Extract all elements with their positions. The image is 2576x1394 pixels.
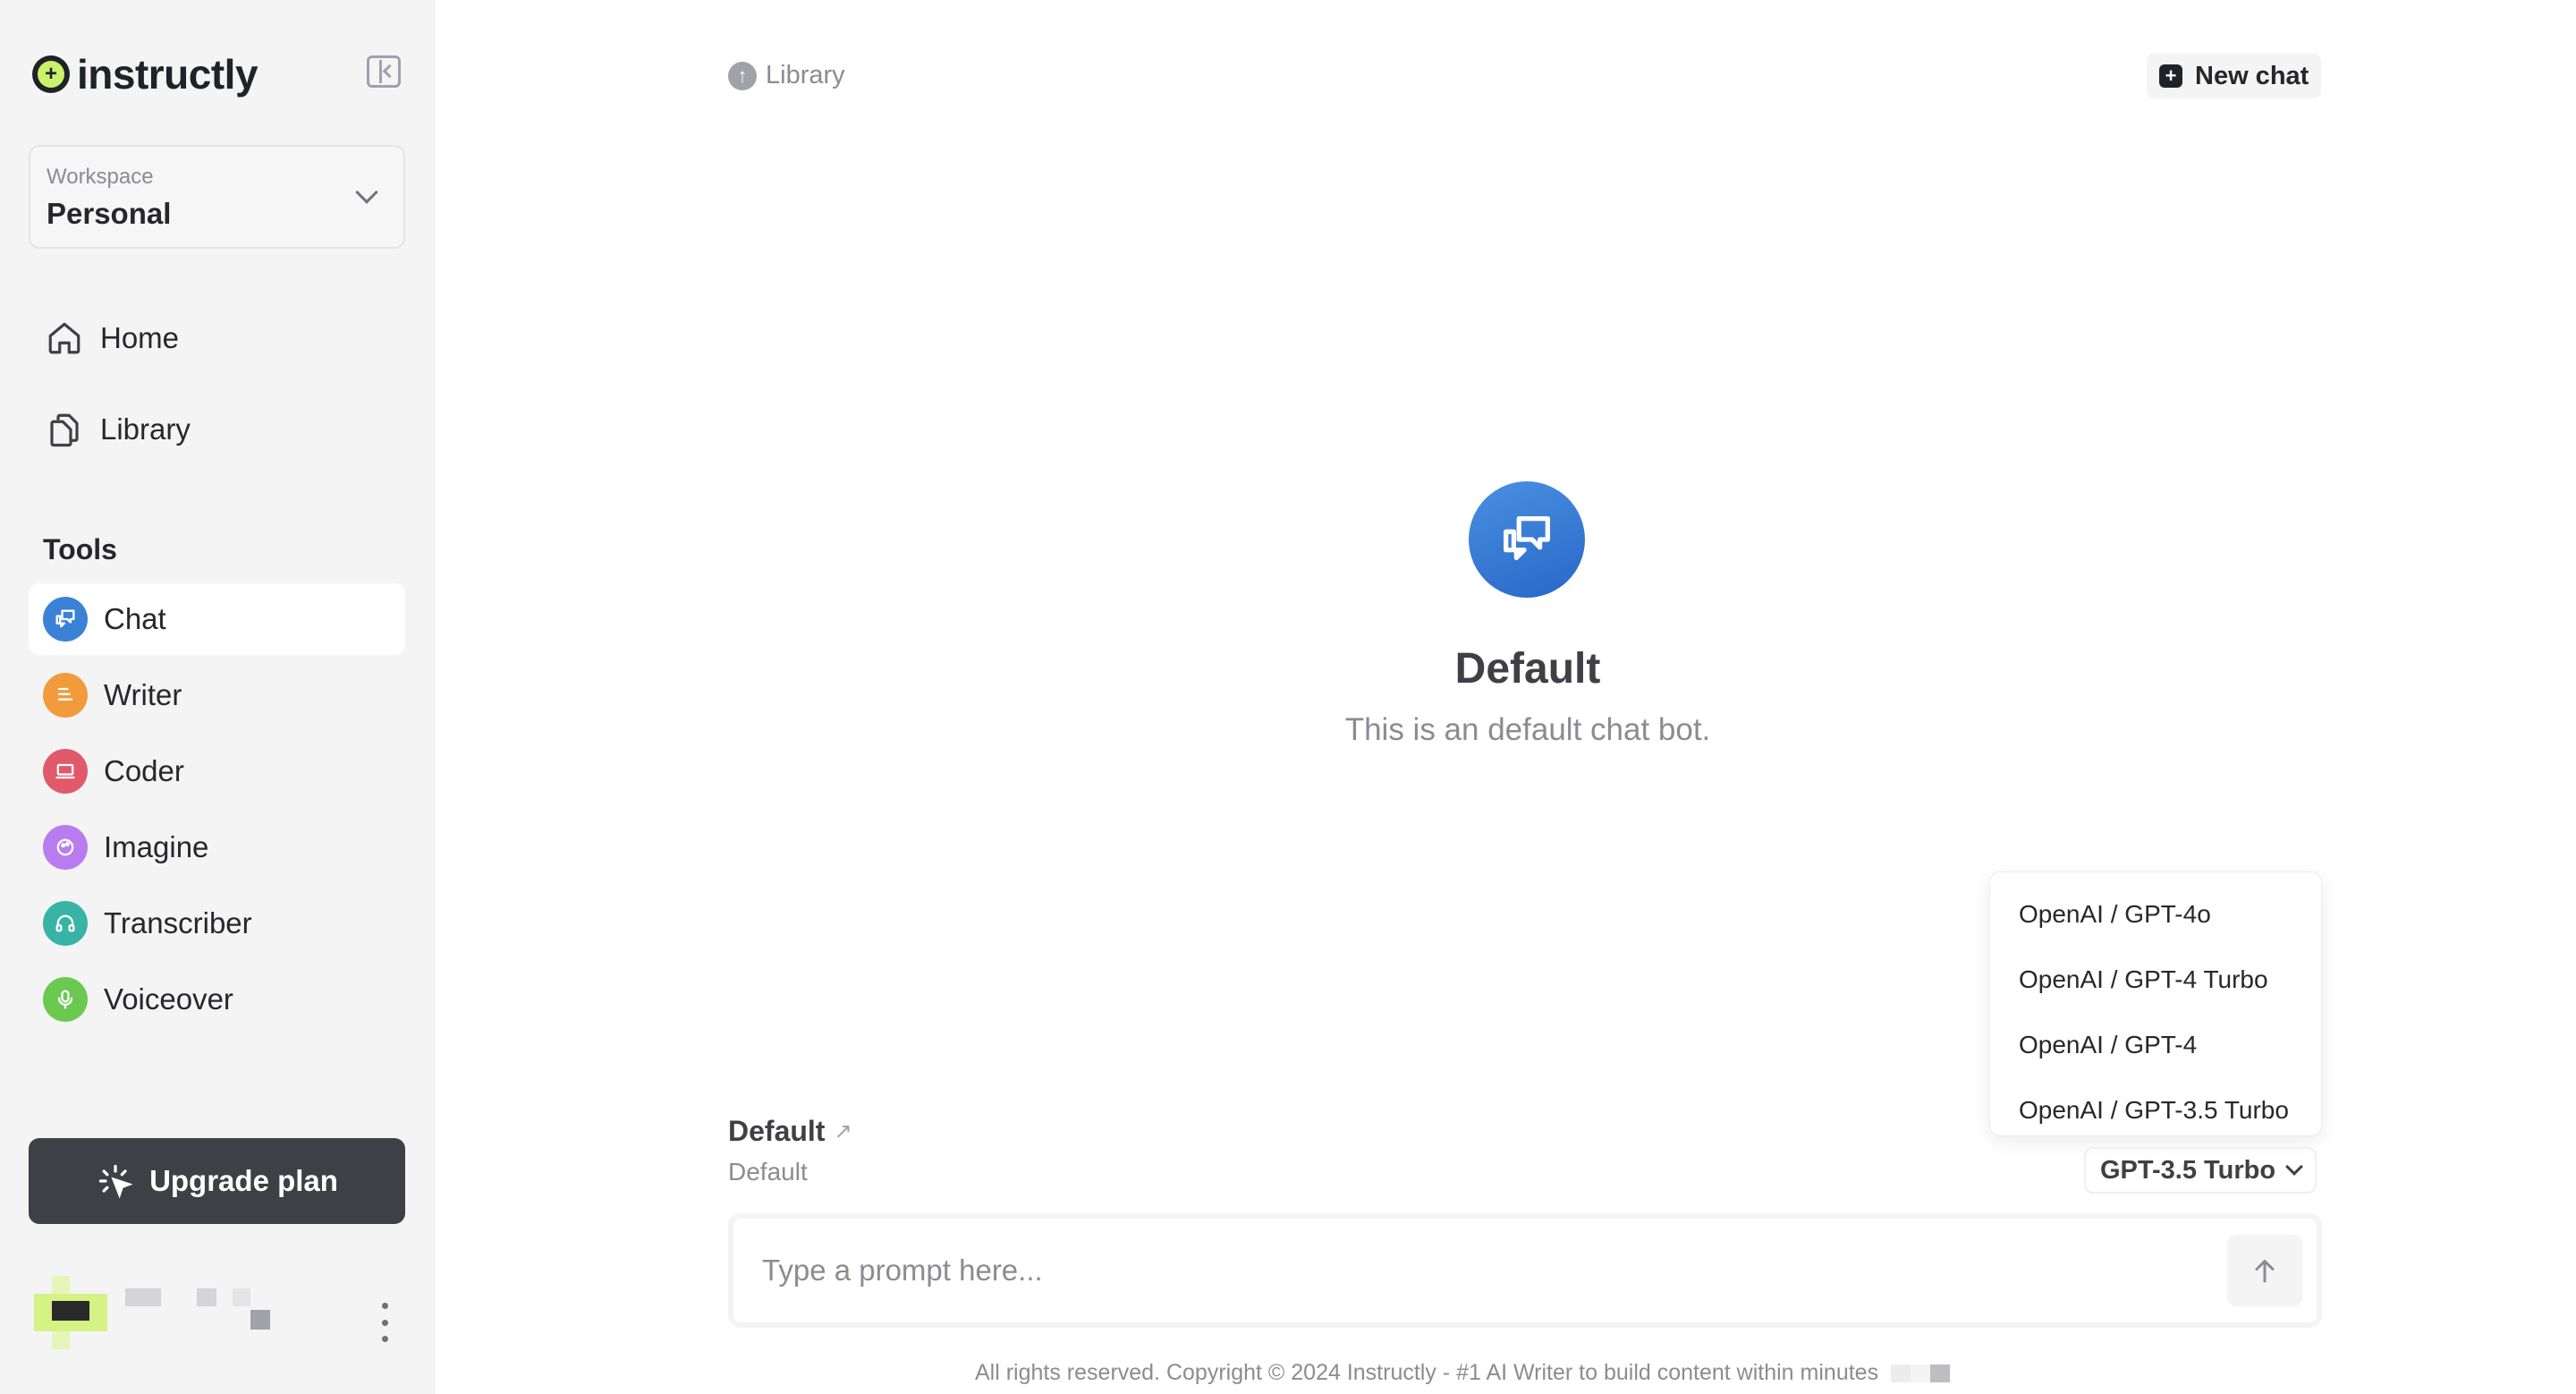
chat-title[interactable]: Default ↗ [728,1115,852,1148]
bot-name: Default [1454,645,1601,693]
nav-item-label: Library [100,412,191,446]
nav-item-library[interactable]: Library [29,394,405,465]
new-chat-label: New chat [2195,61,2309,90]
bot-avatar [1469,481,1585,598]
tool-item-chat[interactable]: Chat [29,583,405,655]
footer-badge [1891,1364,1951,1382]
coder-icon [43,749,88,794]
tool-item-coder[interactable]: Coder [29,735,405,807]
nav-item-home[interactable]: Home [29,302,405,374]
tool-item-writer[interactable]: Writer [29,659,405,731]
tool-label: Writer [104,678,182,711]
tool-label: Voiceover [104,982,233,1016]
bot-description: This is an default chat bot. [1344,712,1711,747]
tools-heading: Tools [43,533,117,565]
prompt-box [728,1213,2322,1328]
workspace-value: Personal [47,197,172,230]
chevron-down-icon [2285,1158,2303,1176]
transcriber-icon [43,901,88,946]
model-option[interactable]: OpenAI / GPT-4 Turbo [1990,947,2321,1012]
nav-item-label: Home [100,321,180,354]
avatar[interactable] [34,1276,107,1349]
sparkle-cursor-icon [98,1164,133,1199]
plus-icon: + [2159,64,2182,88]
voiceover-icon [43,977,88,1022]
arrow-up-icon [2255,1260,2275,1283]
new-chat-button[interactable]: + New chat [2147,54,2322,98]
chat-icon [43,597,88,642]
library-icon [45,410,84,449]
sidebar: + instructly Workspace Personal Home Lib… [0,0,435,1394]
prompt-input[interactable] [762,1245,2140,1296]
model-option[interactable]: OpenAI / GPT-3.5 Turbo [1990,1077,2321,1143]
tool-label: Chat [104,602,166,635]
send-button[interactable] [2227,1235,2302,1306]
upgrade-label: Upgrade plan [149,1164,338,1197]
tool-label: Transcriber [104,906,252,939]
model-dropdown-menu: OpenAI / GPT-4o OpenAI / GPT-4 Turbo Ope… [1989,871,2322,1136]
chat-icon [1504,516,1550,561]
workspace-select[interactable]: Workspace Personal [29,145,405,249]
tool-item-transcriber[interactable]: Transcriber [29,888,405,959]
writer-icon [43,673,88,718]
tool-item-voiceover[interactable]: Voiceover [29,964,405,1035]
chevron-down-icon [355,181,378,204]
breadcrumb[interactable]: ↑ Library [728,61,845,90]
edit-arrow-icon[interactable]: ↗ [834,1118,852,1144]
brand[interactable]: + instructly [32,50,258,98]
chat-subtitle: Default [728,1158,808,1186]
arrow-up-icon: ↑ [728,61,757,90]
workspace-label: Workspace [47,165,154,189]
more-options-icon[interactable] [374,1303,395,1342]
model-option[interactable]: OpenAI / GPT-4 [1990,1012,2321,1077]
user-info[interactable] [125,1288,277,1351]
model-select[interactable]: GPT-3.5 Turbo [2084,1147,2318,1194]
tool-label: Imagine [104,830,209,863]
tool-item-imagine[interactable]: Imagine [29,812,405,883]
breadcrumb-label: Library [766,61,845,89]
footer-text: All rights reserved. Copyright © 2024 In… [975,1360,1879,1385]
model-option[interactable]: OpenAI / GPT-4o [1990,881,2321,947]
footer: All rights reserved. Copyright © 2024 In… [975,1360,1951,1386]
chat-title-label: Default [728,1115,826,1147]
brand-name: instructly [77,51,258,98]
upgrade-plan-button[interactable]: Upgrade plan [29,1138,405,1224]
home-icon [45,319,84,358]
model-select-value: GPT-3.5 Turbo [2100,1155,2276,1185]
logo-icon: + [32,55,70,93]
tool-label: Coder [104,754,184,787]
collapse-sidebar-icon[interactable] [367,55,401,88]
imagine-icon [43,825,88,870]
